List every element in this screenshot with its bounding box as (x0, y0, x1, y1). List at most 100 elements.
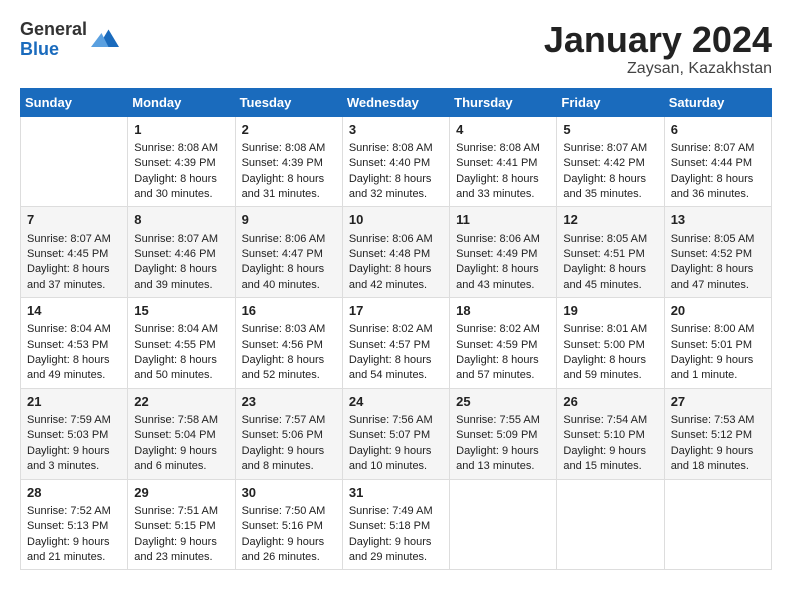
day-number: 9 (242, 211, 338, 229)
day-info: Sunrise: 8:02 AM Sunset: 4:59 PM Dayligh… (456, 322, 552, 384)
day-info: Sunrise: 8:05 AM Sunset: 4:51 PM Dayligh… (563, 232, 659, 294)
day-number: 26 (563, 393, 659, 411)
day-info: Sunrise: 8:05 AM Sunset: 4:52 PM Dayligh… (671, 232, 767, 294)
calendar-cell: 29Sunrise: 7:51 AM Sunset: 5:15 PM Dayli… (128, 479, 235, 570)
weekday-header: Saturday (664, 88, 771, 116)
calendar-cell: 26 Sunrise: 7:54 AM Sunset: 5:10 PM Dayli… (557, 388, 664, 479)
logo-text: General Blue (20, 20, 87, 60)
calendar-cell (21, 116, 128, 207)
calendar-cell: 1Sunrise: 8:08 AM Sunset: 4:39 PM Daylig… (128, 116, 235, 207)
calendar-week-row: 21Sunrise: 7:59 AM Sunset: 5:03 PM Dayli… (21, 388, 772, 479)
calendar-cell: 5 Sunrise: 8:07 AM Sunset: 4:42 PM Daylig… (557, 116, 664, 207)
calendar-cell (664, 479, 771, 570)
calendar-week-row: 1Sunrise: 8:08 AM Sunset: 4:39 PM Daylig… (21, 116, 772, 207)
day-info: Sunrise: 8:06 AM Sunset: 4:47 PM Dayligh… (242, 232, 338, 294)
weekday-header: Monday (128, 88, 235, 116)
day-info: Sunrise: 7:49 AM Sunset: 5:18 PM Dayligh… (349, 504, 445, 566)
day-info: Sunrise: 7:55 AM Sunset: 5:09 PM Dayligh… (456, 413, 552, 475)
calendar-cell: 25 Sunrise: 7:55 AM Sunset: 5:09 PM Dayli… (450, 388, 557, 479)
calendar-cell: 18 Sunrise: 8:02 AM Sunset: 4:59 PM Dayli… (450, 298, 557, 389)
calendar-cell: 14 Sunrise: 8:04 AM Sunset: 4:53 PM Dayli… (21, 298, 128, 389)
day-number: 15 (134, 302, 230, 320)
weekday-header: Friday (557, 88, 664, 116)
weekday-header: Sunday (21, 88, 128, 116)
day-number: 8 (134, 211, 230, 229)
calendar-cell: 8 Sunrise: 8:07 AM Sunset: 4:46 PM Daylig… (128, 207, 235, 298)
day-number: 23 (242, 393, 338, 411)
day-info: Sunrise: 8:06 AM Sunset: 4:48 PM Dayligh… (349, 232, 445, 294)
calendar-cell: 22 Sunrise: 7:58 AM Sunset: 5:04 PM Dayli… (128, 388, 235, 479)
day-number: 19 (563, 302, 659, 320)
day-number: 14 (27, 302, 123, 320)
calendar-cell: 10 Sunrise: 8:06 AM Sunset: 4:48 PM Dayli… (342, 207, 449, 298)
calendar-cell: 30 Sunrise: 7:50 AM Sunset: 5:16 PM Dayli… (235, 479, 342, 570)
day-number: 31 (349, 484, 445, 502)
calendar-cell (450, 479, 557, 570)
calendar-body: 1Sunrise: 8:08 AM Sunset: 4:39 PM Daylig… (21, 116, 772, 570)
day-info: Sunrise: 7:54 AM Sunset: 5:10 PM Dayligh… (563, 413, 659, 475)
day-info: Sunrise: 7:58 AM Sunset: 5:04 PM Dayligh… (134, 413, 230, 475)
day-info: Sunrise: 8:08 AM Sunset: 4:40 PM Dayligh… (349, 141, 445, 203)
calendar-cell: 6 Sunrise: 8:07 AM Sunset: 4:44 PM Daylig… (664, 116, 771, 207)
day-number: 7 (27, 211, 123, 229)
calendar-cell: 28Sunrise: 7:52 AM Sunset: 5:13 PM Dayli… (21, 479, 128, 570)
day-info: Sunrise: 8:08 AM Sunset: 4:39 PM Dayligh… (242, 141, 338, 203)
calendar-week-row: 7Sunrise: 8:07 AM Sunset: 4:45 PM Daylig… (21, 207, 772, 298)
day-info: Sunrise: 8:07 AM Sunset: 4:44 PM Dayligh… (671, 141, 767, 203)
day-info: Sunrise: 8:07 AM Sunset: 4:42 PM Dayligh… (563, 141, 659, 203)
day-number: 28 (27, 484, 123, 502)
calendar-header: SundayMondayTuesdayWednesdayThursdayFrid… (21, 88, 772, 116)
day-info: Sunrise: 7:50 AM Sunset: 5:16 PM Dayligh… (242, 504, 338, 566)
day-number: 4 (456, 121, 552, 139)
calendar-cell: 4 Sunrise: 8:08 AM Sunset: 4:41 PM Daylig… (450, 116, 557, 207)
calendar-cell: 20Sunrise: 8:00 AM Sunset: 5:01 PM Dayli… (664, 298, 771, 389)
day-info: Sunrise: 8:01 AM Sunset: 5:00 PM Dayligh… (563, 322, 659, 384)
day-info: Sunrise: 8:08 AM Sunset: 4:39 PM Dayligh… (134, 141, 230, 203)
day-info: Sunrise: 8:04 AM Sunset: 4:55 PM Dayligh… (134, 322, 230, 384)
day-info: Sunrise: 8:07 AM Sunset: 4:46 PM Dayligh… (134, 232, 230, 294)
day-info: Sunrise: 8:04 AM Sunset: 4:53 PM Dayligh… (27, 322, 123, 384)
day-info: Sunrise: 8:06 AM Sunset: 4:49 PM Dayligh… (456, 232, 552, 294)
calendar-cell: 19 Sunrise: 8:01 AM Sunset: 5:00 PM Dayli… (557, 298, 664, 389)
calendar-cell (557, 479, 664, 570)
day-number: 13 (671, 211, 767, 229)
logo: General Blue (20, 20, 119, 60)
day-info: Sunrise: 8:03 AM Sunset: 4:56 PM Dayligh… (242, 322, 338, 384)
weekday-header: Wednesday (342, 88, 449, 116)
day-number: 12 (563, 211, 659, 229)
calendar-cell: 11 Sunrise: 8:06 AM Sunset: 4:49 PM Dayli… (450, 207, 557, 298)
day-info: Sunrise: 7:59 AM Sunset: 5:03 PM Dayligh… (27, 413, 123, 475)
calendar-week-row: 28Sunrise: 7:52 AM Sunset: 5:13 PM Dayli… (21, 479, 772, 570)
day-number: 24 (349, 393, 445, 411)
day-info: Sunrise: 8:02 AM Sunset: 4:57 PM Dayligh… (349, 322, 445, 384)
calendar-cell: 13 Sunrise: 8:05 AM Sunset: 4:52 PM Dayli… (664, 207, 771, 298)
day-number: 16 (242, 302, 338, 320)
day-number: 11 (456, 211, 552, 229)
month-title: January 2024 (544, 20, 772, 60)
weekday-header: Tuesday (235, 88, 342, 116)
weekday-header: Thursday (450, 88, 557, 116)
day-number: 25 (456, 393, 552, 411)
day-info: Sunrise: 8:08 AM Sunset: 4:41 PM Dayligh… (456, 141, 552, 203)
day-info: Sunrise: 7:56 AM Sunset: 5:07 PM Dayligh… (349, 413, 445, 475)
calendar-cell: 3 Sunrise: 8:08 AM Sunset: 4:40 PM Daylig… (342, 116, 449, 207)
calendar-cell: 7Sunrise: 8:07 AM Sunset: 4:45 PM Daylig… (21, 207, 128, 298)
calendar-cell: 17 Sunrise: 8:02 AM Sunset: 4:57 PM Dayli… (342, 298, 449, 389)
day-number: 10 (349, 211, 445, 229)
logo-blue: Blue (20, 40, 87, 60)
day-number: 17 (349, 302, 445, 320)
calendar-cell: 27Sunrise: 7:53 AM Sunset: 5:12 PM Dayli… (664, 388, 771, 479)
calendar-cell: 9 Sunrise: 8:06 AM Sunset: 4:47 PM Daylig… (235, 207, 342, 298)
day-number: 5 (563, 121, 659, 139)
logo-general: General (20, 20, 87, 40)
day-number: 30 (242, 484, 338, 502)
day-number: 27 (671, 393, 767, 411)
calendar-cell: 21Sunrise: 7:59 AM Sunset: 5:03 PM Dayli… (21, 388, 128, 479)
calendar-week-row: 14 Sunrise: 8:04 AM Sunset: 4:53 PM Dayli… (21, 298, 772, 389)
weekday-header-row: SundayMondayTuesdayWednesdayThursdayFrid… (21, 88, 772, 116)
calendar-cell: 12 Sunrise: 8:05 AM Sunset: 4:51 PM Dayli… (557, 207, 664, 298)
day-number: 22 (134, 393, 230, 411)
day-number: 18 (456, 302, 552, 320)
day-number: 6 (671, 121, 767, 139)
day-number: 3 (349, 121, 445, 139)
